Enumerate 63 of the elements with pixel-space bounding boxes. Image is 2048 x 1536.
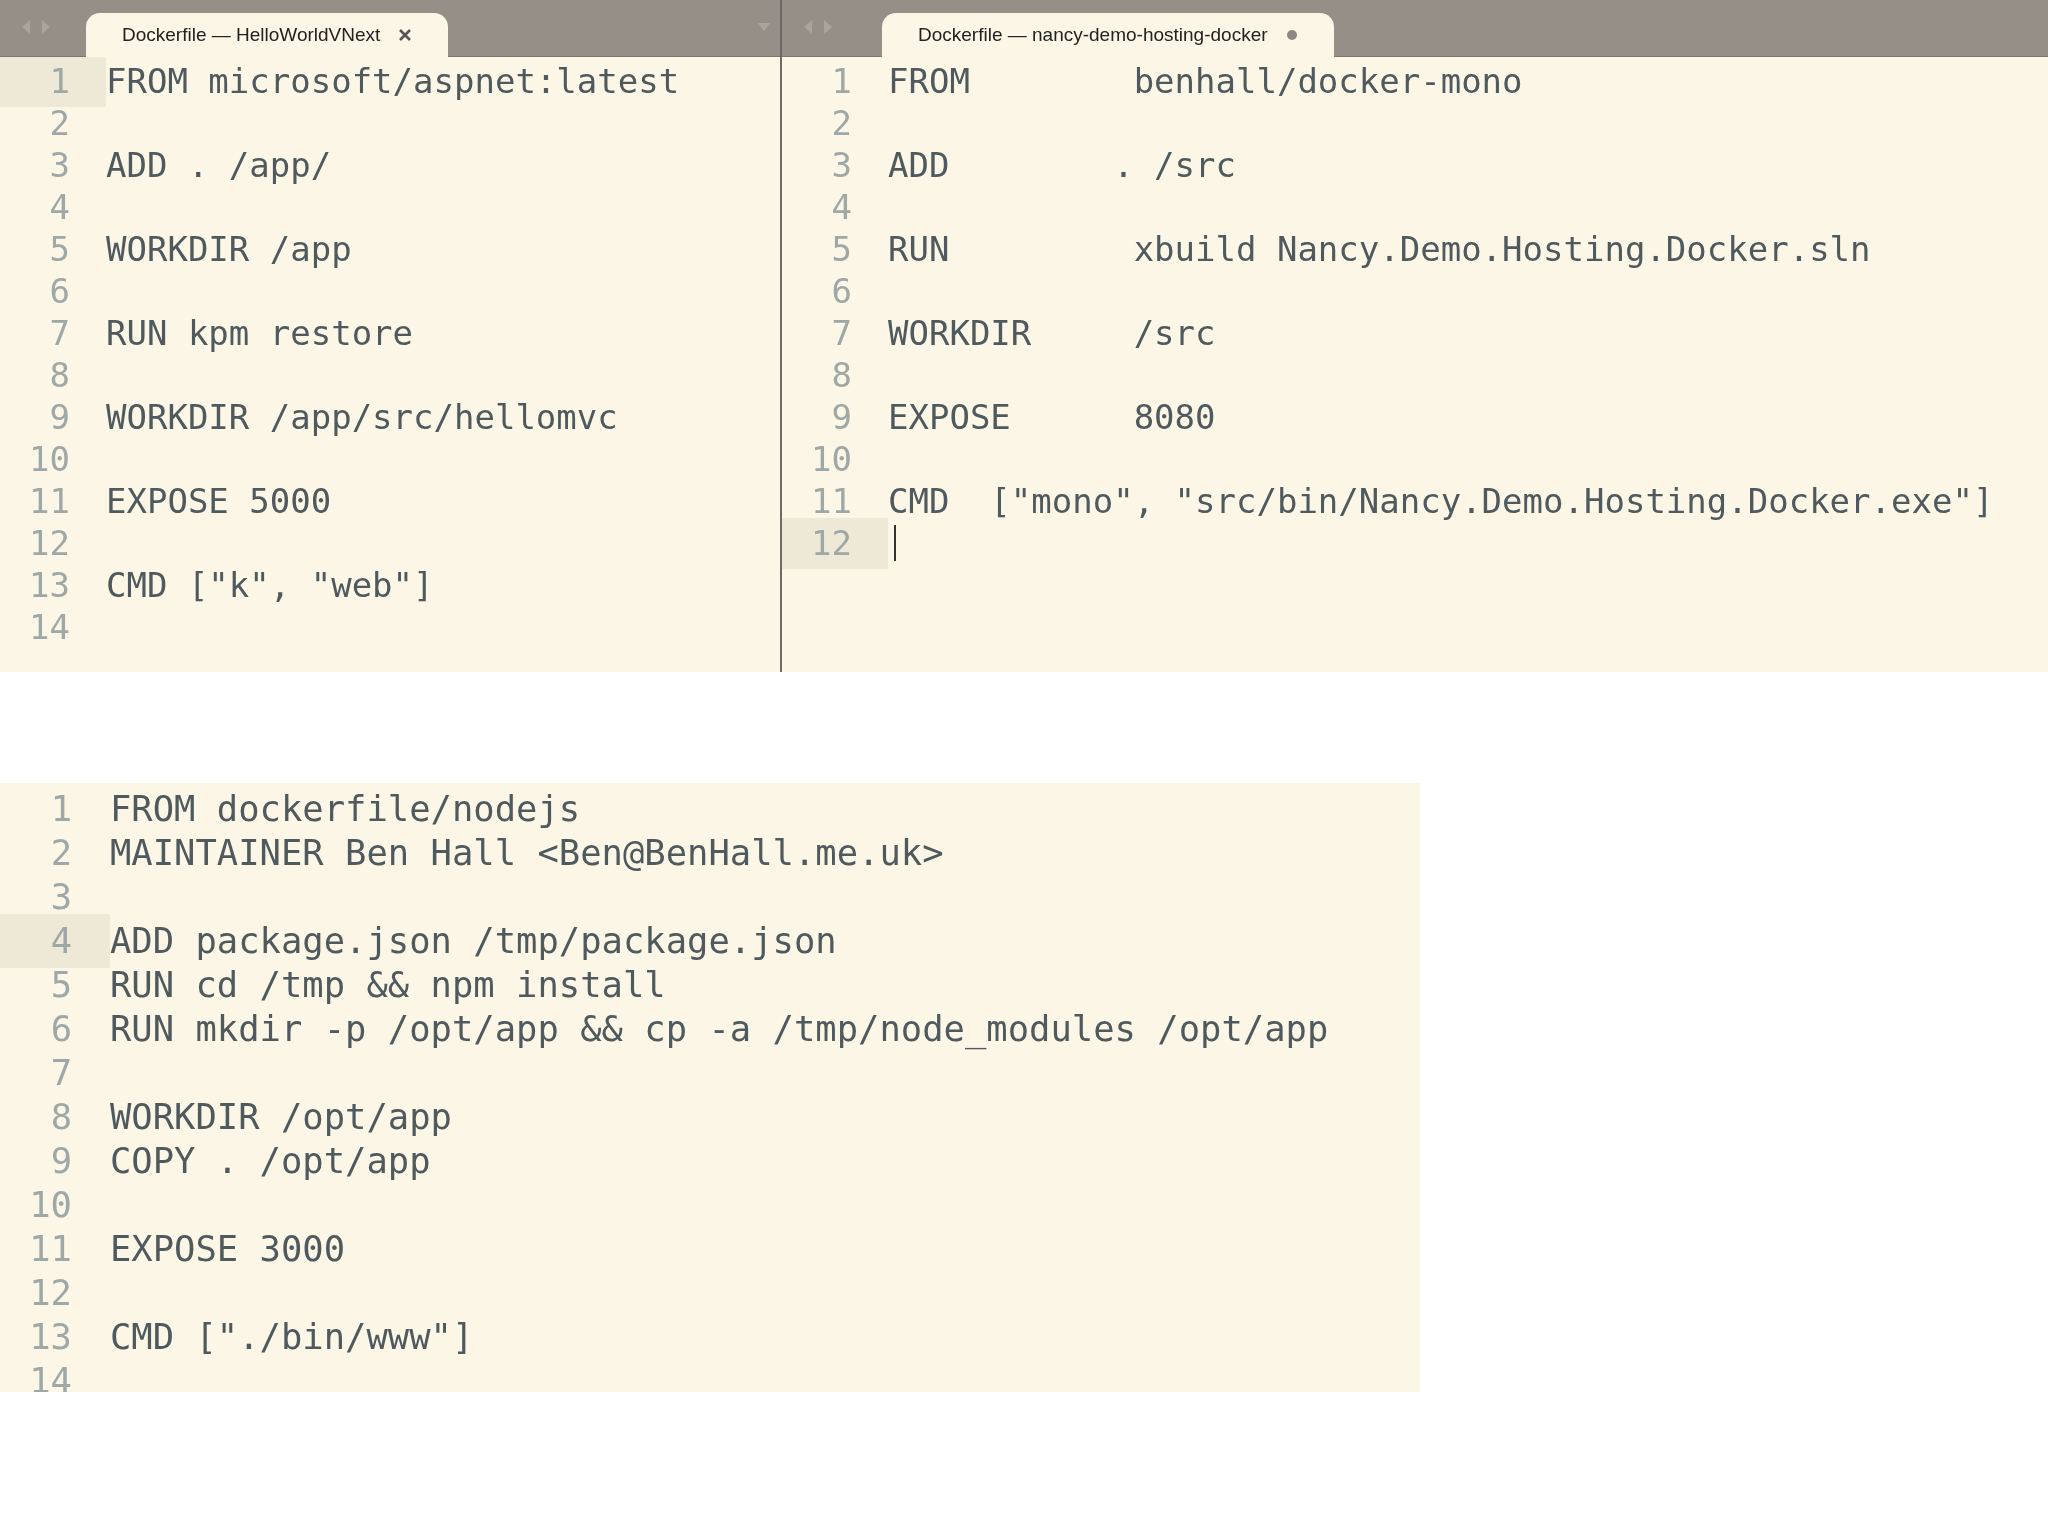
code-line: FROM microsoft/aspnet:latest <box>106 59 680 103</box>
line-number: 4 <box>830 185 853 229</box>
line-number: 11 <box>28 1227 73 1272</box>
code-line: ADD package.json /tmp/package.json <box>110 919 837 964</box>
code-line: FROM benhall/docker-mono <box>888 59 1523 103</box>
code-line: RUN mkdir -p /opt/app && cp -a /tmp/node_modules /opt/app <box>110 1007 1329 1052</box>
line-number: 9 <box>830 395 853 439</box>
code-line: EXPOSE 5000 <box>106 479 332 523</box>
line-number: 12 <box>782 517 888 569</box>
code-line: WORKDIR /src <box>888 311 1216 355</box>
code-line: CMD ["./bin/www"] <box>110 1315 474 1360</box>
code-line: EXPOSE 3000 <box>110 1227 346 1272</box>
code-line: FROM dockerfile/nodejs <box>110 787 581 832</box>
code-line: RUN kpm restore <box>106 311 414 355</box>
line-number: 2 <box>49 831 73 876</box>
tab-title: Dockerfile — nancy-demo-hosting-docker <box>918 22 1268 47</box>
line-number: 4 <box>0 914 110 968</box>
line-number: 6 <box>48 269 71 313</box>
line-number: 5 <box>48 227 71 271</box>
line-number: 1 <box>49 787 73 832</box>
line-number: 12 <box>28 1271 73 1316</box>
line-number: 7 <box>49 1051 73 1096</box>
tab[interactable]: Dockerfile — HelloWorldVNext <box>86 13 449 57</box>
code-line: ADD . /app/ <box>106 143 332 187</box>
line-number: 8 <box>48 353 71 397</box>
line-number: 10 <box>810 437 853 481</box>
code-line: ADD . /src <box>888 143 1236 187</box>
line-number: 10 <box>28 437 71 481</box>
line-number: 8 <box>830 353 853 397</box>
tab[interactable]: Dockerfile — nancy-demo-hosting-docker <box>882 13 1334 57</box>
code-line: WORKDIR /opt/app <box>110 1095 452 1140</box>
code-line: EXPOSE 8080 <box>888 395 1216 439</box>
line-number: 1 <box>0 55 106 107</box>
line-number: 14 <box>28 605 71 649</box>
code-editor[interactable] <box>0 783 1420 1392</box>
line-number: 4 <box>48 185 71 229</box>
code-line: CMD ["mono", "src/bin/Nancy.Demo.Hosting.Docker.exe"] <box>888 479 1994 523</box>
tab-title: Dockerfile — HelloWorldVNext <box>122 22 381 47</box>
code-line: COPY . /opt/app <box>110 1139 431 1184</box>
line-number: 3 <box>48 143 71 187</box>
close-icon[interactable] <box>398 28 413 42</box>
line-number: 13 <box>28 1315 73 1360</box>
code-line: RUN xbuild Nancy.Demo.Hosting.Docker.sln <box>888 227 1871 271</box>
code-line: CMD ["k", "web"] <box>106 563 434 607</box>
line-number: 5 <box>830 227 853 271</box>
line-number: 11 <box>28 479 71 523</box>
line-number: 7 <box>830 311 853 355</box>
line-number: 2 <box>830 101 853 145</box>
line-number: 6 <box>49 1007 73 1052</box>
line-number: 1 <box>830 59 853 103</box>
line-number: 12 <box>28 521 71 565</box>
line-number: 10 <box>28 1183 73 1228</box>
line-number: 3 <box>830 143 853 187</box>
line-number: 9 <box>49 1139 73 1184</box>
line-number: 9 <box>48 395 71 439</box>
code-line: WORKDIR /app <box>106 227 352 271</box>
line-number: 7 <box>48 311 71 355</box>
code-line: MAINTAINER Ben Hall <Ben@BenHall.me.uk> <box>110 831 944 876</box>
line-number: 6 <box>830 269 853 313</box>
line-number: 13 <box>28 563 71 607</box>
line-number: 8 <box>49 1095 73 1140</box>
code-line: WORKDIR /app/src/hellomvc <box>106 395 618 439</box>
code-line: RUN cd /tmp && npm install <box>110 963 666 1008</box>
